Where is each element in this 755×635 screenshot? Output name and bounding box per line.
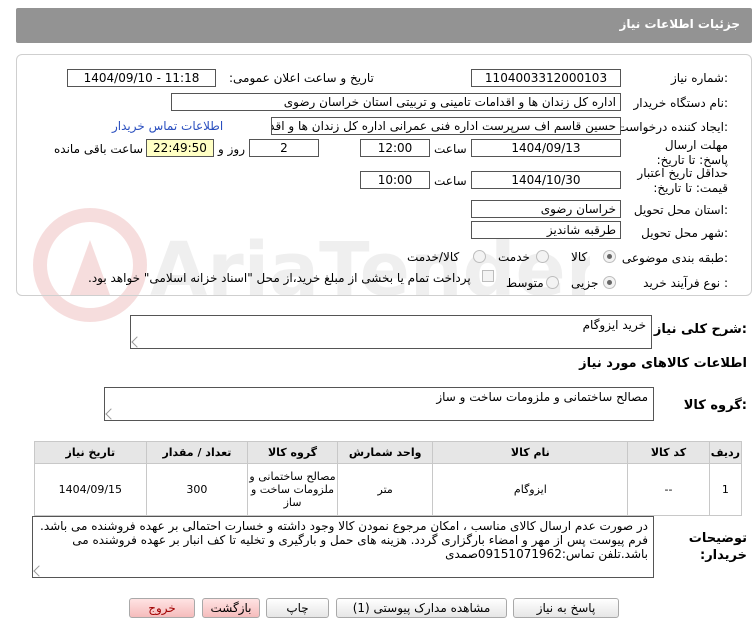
buyer-notes-label: توضیحات خریدار: [688, 531, 747, 563]
need-desc-text: خرید ایزوگام [582, 318, 646, 332]
send-time-field: 12:00 [360, 139, 430, 157]
announce-label: تاریخ و ساعت اعلان عمومی: [229, 71, 374, 85]
goods-group-field: مصالح ساختمانی و ملزومات ساخت و ساز [104, 387, 654, 421]
validity-time-label: ساعت [434, 174, 467, 188]
send-deadline-label: مهلت ارسال پاسخ: تا تاریخ: [656, 138, 728, 167]
treasury-note: پرداخت تمام یا بخشی از مبلغ خرید،از محل … [88, 271, 471, 285]
creator-label: ایجاد کننده درخواست: [617, 120, 728, 134]
cell-group: مصالح ساختمانی و ملزومات ساخت و ساز [247, 463, 338, 516]
cell-name: ایزوگام [432, 463, 629, 516]
process-radio-minor[interactable] [603, 276, 616, 289]
price-validity-label: حداقل تاریخ اعتبار قیمت: تا تاریخ: [637, 166, 728, 195]
category-goods-service-label: کالا/خدمت [407, 250, 460, 264]
col-date: تاریخ نیاز [34, 441, 147, 464]
process-label: نوع فرآیند خرید : [643, 276, 728, 290]
goods-info-title: اطلاعات کالاهای مورد نیاز [579, 356, 747, 371]
process-medium-label: متوسط [506, 276, 544, 290]
need-desc-field: خرید ایزوگام [130, 315, 652, 349]
need-desc-label: شرح کلی نیاز: [653, 322, 747, 337]
buyer-notes-field: در صورت عدم ارسال کالای مناسب ، امکان مر… [32, 516, 654, 578]
cell-date: 1404/09/15 [34, 463, 147, 516]
process-minor-label: جزیی [571, 276, 599, 290]
city-field: طرقبه شاندیز [471, 221, 621, 239]
send-time-label: ساعت [434, 142, 467, 156]
category-radio-goods[interactable] [603, 250, 616, 263]
validity-time-field: 10:00 [360, 171, 430, 189]
table-row: 1 -- ایزوگام متر مصالح ساختمانی و ملزوما… [34, 463, 743, 516]
goods-table: ردیف کد کالا نام کالا واحد شمارش گروه کا… [34, 441, 743, 516]
col-group: گروه کالا [247, 441, 338, 464]
process-radio-medium[interactable] [546, 276, 559, 289]
cell-row: 1 [708, 463, 743, 516]
category-service-label: خدمت [498, 250, 530, 264]
col-name: نام کالا [432, 441, 629, 464]
col-row: ردیف [708, 441, 743, 464]
category-label: طبقه بندی موضوعی: [621, 251, 728, 265]
need-number-field: 1104003312000103 [471, 69, 621, 87]
table-header-row: ردیف کد کالا نام کالا واحد شمارش گروه کا… [34, 441, 743, 464]
back-button[interactable]: بازگشت [202, 598, 260, 618]
province-field: خراسان رضوی [471, 200, 621, 218]
buyer-contact-link[interactable]: اطلاعات تماس خریدار [112, 119, 223, 133]
page-header: جزئیات اطلاعات نیاز [16, 8, 752, 43]
buyer-org-label: نام دستگاه خریدار: [633, 96, 729, 110]
province-label: استان محل تحویل: [633, 203, 728, 217]
validity-date-field: 1404/10/30 [471, 171, 621, 189]
resize-grip-icon[interactable] [131, 336, 143, 348]
announce-field: 1404/09/10 - 11:18 [67, 69, 216, 87]
goods-group-text: مصالح ساختمانی و ملزومات ساخت و ساز [436, 390, 648, 404]
cell-qty: 300 [145, 463, 249, 516]
cell-unit: متر [336, 463, 434, 516]
send-date-field: 1404/09/13 [471, 139, 621, 157]
city-label: شهر محل تحویل: [641, 226, 728, 240]
col-unit: واحد شمارش [336, 441, 434, 464]
days-field: 2 [249, 139, 319, 157]
reply-button[interactable]: پاسخ به نیاز [513, 598, 619, 618]
category-radio-service[interactable] [536, 250, 549, 263]
cell-code: -- [627, 463, 710, 516]
need-number-label: شماره نیاز: [670, 71, 728, 85]
col-code: کد کالا [627, 441, 710, 464]
col-qty: تعداد / مقدار [145, 441, 249, 464]
creator-field: حسین قاسم اف سرپرست اداره فنی عمرانی ادا… [271, 117, 621, 135]
buyer-org-field: اداره کل زندان ها و اقدامات تامینی و ترب… [171, 93, 621, 111]
resize-grip-icon[interactable] [33, 565, 45, 577]
treasury-checkbox[interactable] [482, 270, 494, 282]
exit-button[interactable]: خروج [129, 598, 195, 618]
buyer-notes-text: در صورت عدم ارسال کالای مناسب ، امکان مر… [40, 519, 648, 561]
days-label: روز و [218, 142, 245, 156]
category-radio-goods-service[interactable] [473, 250, 486, 263]
page-title: جزئیات اطلاعات نیاز [619, 17, 740, 31]
remaining-time-label: ساعت باقی مانده [54, 142, 144, 156]
attachments-button[interactable]: مشاهده مدارک پیوستی (1) [336, 598, 507, 618]
remaining-time-field: 22:49:50 [146, 139, 214, 157]
resize-grip-icon[interactable] [105, 408, 117, 420]
category-goods-label: کالا [571, 250, 588, 264]
print-button[interactable]: چاپ [266, 598, 329, 618]
goods-group-label: گروه کالا: [683, 398, 747, 413]
